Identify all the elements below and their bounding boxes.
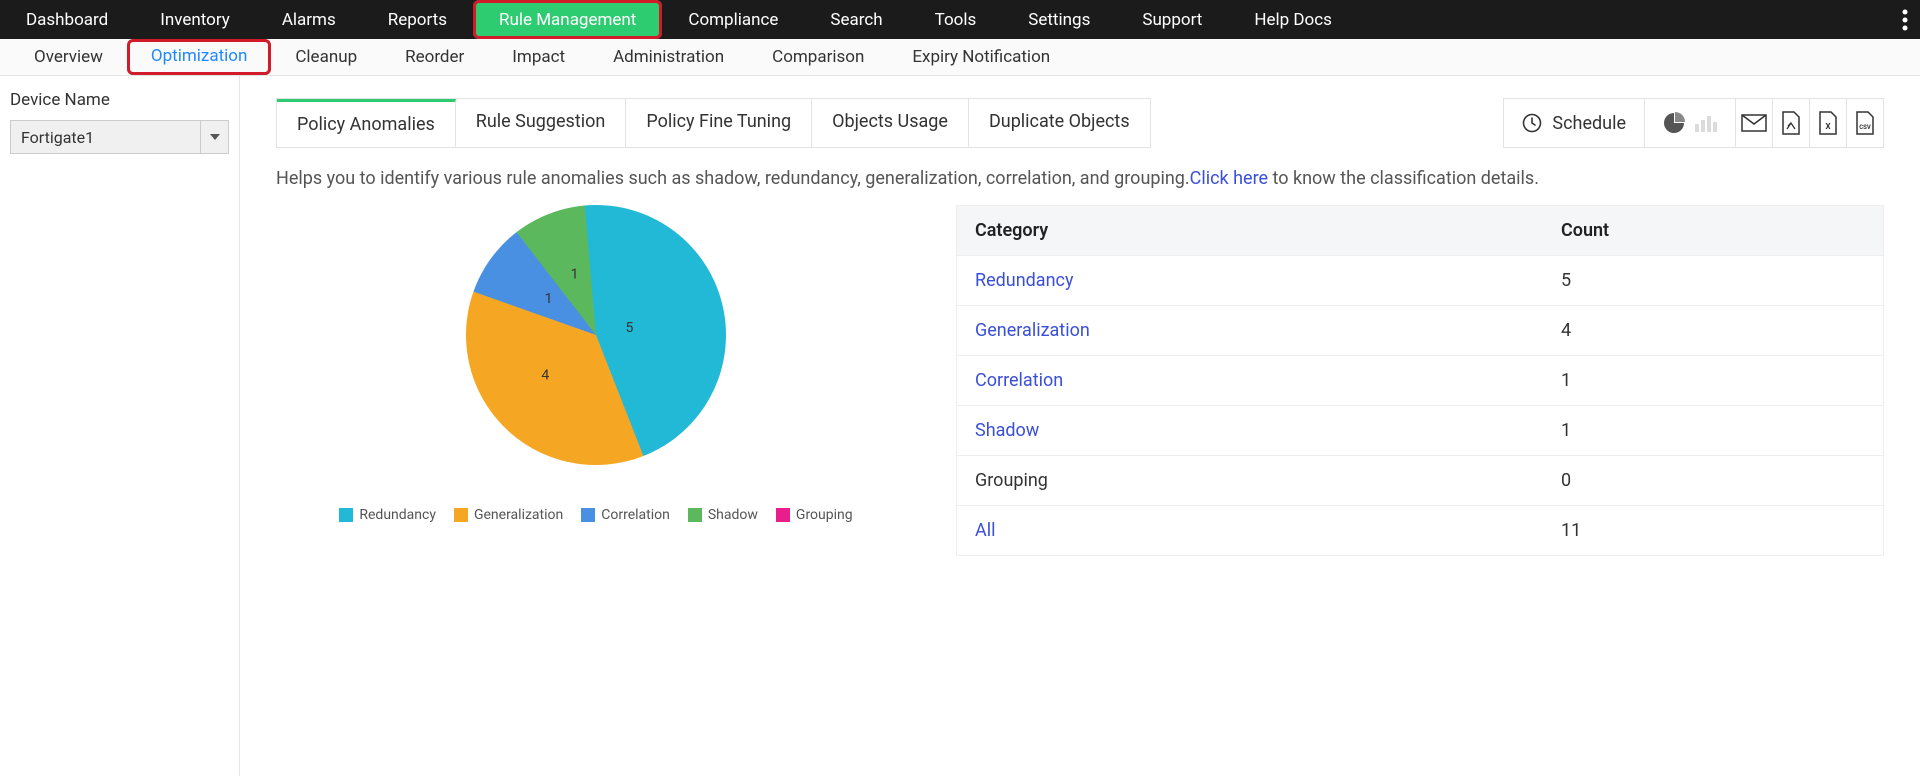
anomaly-pie-chart: 5 4 1 1 Redundancy Generalization Correl… xyxy=(276,205,916,523)
chart-type-pie-button[interactable] xyxy=(1644,99,1735,147)
mail-icon xyxy=(1741,114,1767,132)
row-grouping-label: Grouping xyxy=(957,456,1543,505)
legend-correlation[interactable]: Correlation xyxy=(581,507,670,523)
help-text-suffix: to know the classification details. xyxy=(1268,168,1539,189)
swatch-icon xyxy=(776,508,790,522)
subnav-optimization[interactable]: Optimization xyxy=(127,39,271,75)
row-grouping-count: 0 xyxy=(1543,456,1883,505)
legend-label: Generalization xyxy=(474,507,563,523)
help-text-prefix: Helps you to identify various rule anoma… xyxy=(276,168,1190,189)
schedule-button[interactable]: Schedule xyxy=(1503,99,1644,147)
nav-rule-management[interactable]: Rule Management xyxy=(473,0,662,39)
svg-text:X: X xyxy=(1825,122,1830,131)
nav-inventory[interactable]: Inventory xyxy=(134,0,256,39)
row-generalization-count: 4 xyxy=(1543,306,1883,355)
legend-label: Redundancy xyxy=(359,507,436,523)
row-redundancy-link[interactable]: Redundancy xyxy=(957,256,1543,305)
nav-dashboard[interactable]: Dashboard xyxy=(0,0,134,39)
swatch-icon xyxy=(339,508,353,522)
legend-label: Correlation xyxy=(601,507,670,523)
tab-objects-usage[interactable]: Objects Usage xyxy=(812,99,969,147)
nav-support[interactable]: Support xyxy=(1116,0,1228,39)
row-shadow-count: 1 xyxy=(1543,406,1883,455)
chevron-down-icon xyxy=(200,121,228,153)
pie-label-redundancy: 5 xyxy=(626,320,634,336)
nav-tools[interactable]: Tools xyxy=(909,0,1003,39)
subnav-reorder[interactable]: Reorder xyxy=(381,39,488,75)
nav-compliance[interactable]: Compliance xyxy=(662,0,804,39)
sub-nav: Overview Optimization Cleanup Reorder Im… xyxy=(0,39,1920,76)
legend-label: Grouping xyxy=(796,507,853,523)
table-row: Generalization 4 xyxy=(957,306,1883,356)
row-all-link[interactable]: All xyxy=(957,506,1543,555)
csv-file-icon: CSV xyxy=(1855,111,1875,135)
help-text: Helps you to identify various rule anoma… xyxy=(276,168,1884,189)
swatch-icon xyxy=(454,508,468,522)
tab-duplicate-objects[interactable]: Duplicate Objects xyxy=(969,99,1150,147)
nav-settings[interactable]: Settings xyxy=(1002,0,1116,39)
table-row: Redundancy 5 xyxy=(957,256,1883,306)
tab-policy-fine-tuning[interactable]: Policy Fine Tuning xyxy=(626,99,812,147)
clock-icon xyxy=(1522,113,1542,133)
legend-redundancy[interactable]: Redundancy xyxy=(339,507,436,523)
table-row: Grouping 0 xyxy=(957,456,1883,506)
kebab-menu-icon[interactable] xyxy=(1902,0,1908,39)
subnav-impact[interactable]: Impact xyxy=(488,39,589,75)
top-nav: Dashboard Inventory Alarms Reports Rule … xyxy=(0,0,1920,39)
schedule-label: Schedule xyxy=(1552,113,1626,134)
nav-search[interactable]: Search xyxy=(804,0,908,39)
pie-legend: Redundancy Generalization Correlation Sh… xyxy=(339,507,852,523)
bar-chart-icon xyxy=(1695,114,1717,132)
subnav-comparison[interactable]: Comparison xyxy=(748,39,888,75)
col-category: Category xyxy=(957,206,1543,255)
pie-label-generalization: 4 xyxy=(541,368,549,384)
device-name-label: Device Name xyxy=(10,90,229,110)
table-header: Category Count xyxy=(957,206,1883,256)
pie-label-correlation: 1 xyxy=(545,291,553,307)
pie-graphic: 5 4 1 1 xyxy=(455,194,737,476)
row-correlation-link[interactable]: Correlation xyxy=(957,356,1543,405)
nav-alarms[interactable]: Alarms xyxy=(256,0,362,39)
csv-export-button[interactable]: CSV xyxy=(1846,99,1883,147)
sidebar: Device Name Fortigate1 xyxy=(0,76,240,776)
xls-export-button[interactable]: X xyxy=(1809,99,1846,147)
pie-label-shadow: 1 xyxy=(571,267,579,283)
help-link[interactable]: Click here xyxy=(1190,168,1268,189)
tab-rule-suggestion[interactable]: Rule Suggestion xyxy=(456,99,627,147)
tab-policy-anomalies[interactable]: Policy Anomalies xyxy=(277,99,456,147)
row-redundancy-count: 5 xyxy=(1543,256,1883,305)
pdf-file-icon xyxy=(1781,111,1801,135)
legend-shadow[interactable]: Shadow xyxy=(688,507,758,523)
nav-reports[interactable]: Reports xyxy=(362,0,473,39)
nav-help-docs[interactable]: Help Docs xyxy=(1228,0,1358,39)
optimization-tabs: Policy Anomalies Rule Suggestion Policy … xyxy=(276,98,1151,148)
device-select-value: Fortigate1 xyxy=(11,121,200,153)
device-select[interactable]: Fortigate1 xyxy=(10,120,229,154)
pie-chart-icon xyxy=(1663,112,1685,134)
row-all-count: 11 xyxy=(1543,506,1883,555)
anomaly-table: Category Count Redundancy 5 Generalizati… xyxy=(956,205,1884,556)
row-shadow-link[interactable]: Shadow xyxy=(957,406,1543,455)
swatch-icon xyxy=(688,508,702,522)
col-count: Count xyxy=(1543,206,1883,255)
subnav-cleanup[interactable]: Cleanup xyxy=(271,39,381,75)
legend-grouping[interactable]: Grouping xyxy=(776,507,853,523)
row-correlation-count: 1 xyxy=(1543,356,1883,405)
xls-file-icon: X xyxy=(1818,111,1838,135)
table-row: All 11 xyxy=(957,506,1883,555)
main-content: Policy Anomalies Rule Suggestion Policy … xyxy=(240,76,1920,776)
table-row: Shadow 1 xyxy=(957,406,1883,456)
legend-label: Shadow xyxy=(708,507,758,523)
subnav-administration[interactable]: Administration xyxy=(589,39,748,75)
svg-text:CSV: CSV xyxy=(1859,124,1871,131)
action-bar: Schedule xyxy=(1503,98,1884,148)
row-generalization-link[interactable]: Generalization xyxy=(957,306,1543,355)
table-row: Correlation 1 xyxy=(957,356,1883,406)
subnav-overview[interactable]: Overview xyxy=(10,39,127,75)
subnav-expiry-notification[interactable]: Expiry Notification xyxy=(888,39,1074,75)
swatch-icon xyxy=(581,508,595,522)
pdf-export-button[interactable] xyxy=(1772,99,1809,147)
legend-generalization[interactable]: Generalization xyxy=(454,507,563,523)
email-export-button[interactable] xyxy=(1735,99,1772,147)
